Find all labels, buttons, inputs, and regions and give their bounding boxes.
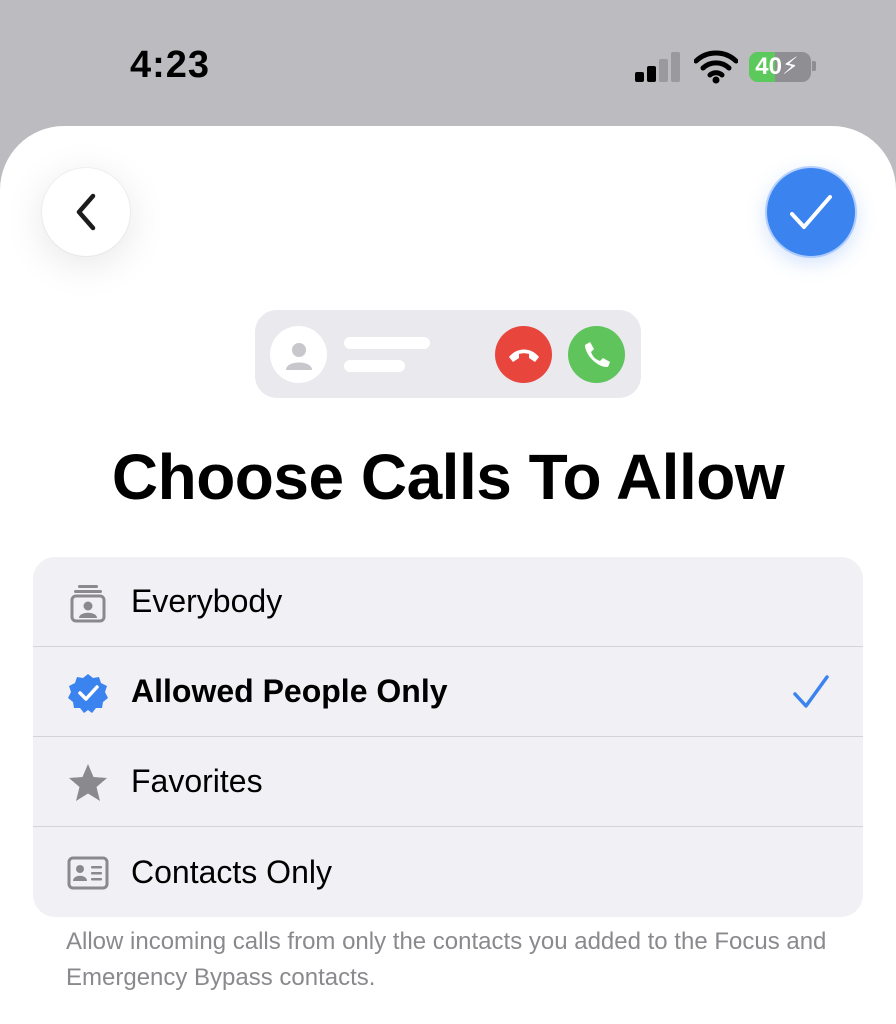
accept-call-button	[568, 326, 625, 383]
wifi-icon	[694, 50, 738, 84]
focus-sheet: Choose Calls To Allow Everybody Allowed …	[0, 126, 896, 1024]
option-favorites[interactable]: Favorites	[33, 737, 863, 827]
option-label: Everybody	[131, 583, 283, 619]
checkmark-icon	[790, 195, 832, 229]
option-allowed-people-only[interactable]: Allowed People Only	[33, 647, 863, 737]
status-bar: 4:23 40⚡	[0, 0, 896, 130]
option-contacts-only[interactable]: Contacts Only	[33, 827, 863, 917]
caller-name-placeholder	[344, 337, 430, 349]
call-options-list: Everybody Allowed People Only Favorites	[33, 557, 863, 917]
chevron-left-icon	[76, 193, 96, 231]
verified-badge-icon	[67, 672, 109, 714]
star-icon	[67, 762, 109, 804]
option-label: Contacts Only	[131, 853, 332, 890]
battery-cap	[812, 61, 816, 71]
caller-avatar	[270, 326, 327, 383]
caller-detail-placeholder	[344, 360, 405, 372]
accept-call-icon	[584, 341, 610, 367]
contacts-stack-icon	[67, 582, 109, 624]
status-icons: 40⚡	[634, 48, 816, 88]
back-button[interactable]	[42, 168, 130, 256]
option-everybody[interactable]: Everybody	[33, 557, 863, 647]
bolt-icon: ⚡	[781, 53, 799, 80]
contact-card-icon	[67, 852, 109, 894]
person-icon	[285, 342, 312, 370]
page-title: Choose Calls To Allow	[111, 441, 785, 513]
incoming-call-illustration	[255, 310, 641, 398]
option-label: Favorites	[131, 763, 263, 799]
battery-level: 40	[755, 53, 782, 80]
done-button[interactable]	[767, 168, 855, 256]
selected-checkmark-icon	[793, 675, 829, 708]
status-time: 4:23	[130, 44, 211, 86]
battery-charging-icon: 40⚡	[749, 52, 811, 82]
decline-call-icon	[508, 349, 539, 362]
cellular-signal-icon	[635, 52, 680, 82]
decline-call-button	[495, 326, 552, 383]
option-label: Allowed People Only	[131, 673, 448, 709]
footer-note: Allow incoming calls from only the conta…	[66, 928, 827, 991]
